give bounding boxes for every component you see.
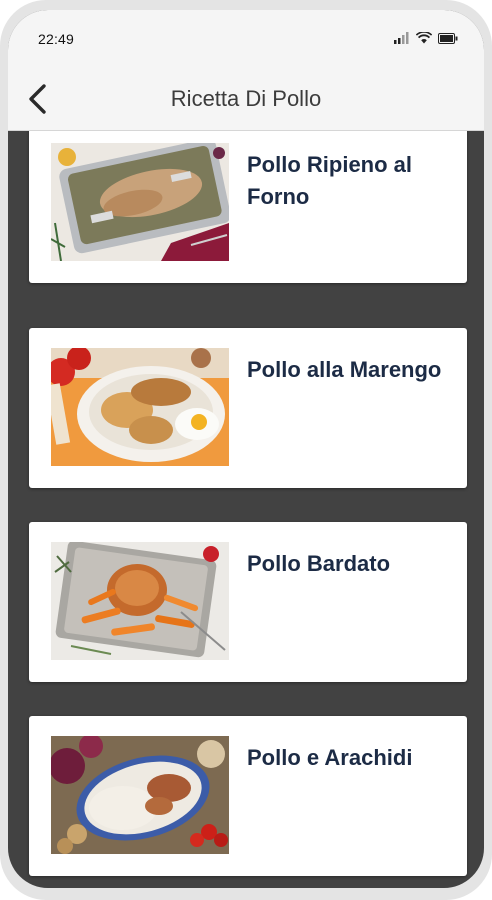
recipe-image	[51, 736, 229, 854]
recipe-image	[51, 542, 229, 660]
status-icons	[394, 31, 458, 49]
status-bar: 22:49	[8, 10, 484, 68]
phone-frame: 22:49 Ricetta Di Pollo Pollo Ripieno al …	[0, 0, 492, 900]
recipe-card[interactable]: Pollo Ripieno al Forno	[29, 131, 467, 283]
recipe-image	[51, 143, 229, 261]
page-title: Ricetta Di Pollo	[170, 86, 322, 111]
recipe-card[interactable]: Pollo e Arachidi	[29, 716, 467, 876]
status-time: 22:49	[38, 31, 75, 47]
wifi-icon	[415, 31, 433, 49]
recipe-title: Pollo Ripieno al Forno	[247, 152, 413, 209]
signal-icon	[394, 31, 410, 49]
app-screen: 22:49 Ricetta Di Pollo Pollo Ripieno al …	[8, 10, 484, 888]
recipe-card[interactable]: Pollo Bardato	[29, 522, 467, 682]
recipe-card[interactable]: Pollo alla Marengo	[29, 328, 467, 488]
recipe-title: Pollo e Arachidi	[247, 745, 413, 770]
recipe-title: Pollo Bardato	[247, 551, 391, 576]
battery-icon	[438, 31, 458, 49]
recipe-title: Pollo alla Marengo	[247, 357, 442, 382]
recipe-image	[51, 348, 229, 466]
recipe-list[interactable]: Pollo Ripieno al Forno Pollo alla Mareng…	[8, 131, 484, 888]
app-bar: Ricetta Di Pollo	[8, 68, 484, 131]
